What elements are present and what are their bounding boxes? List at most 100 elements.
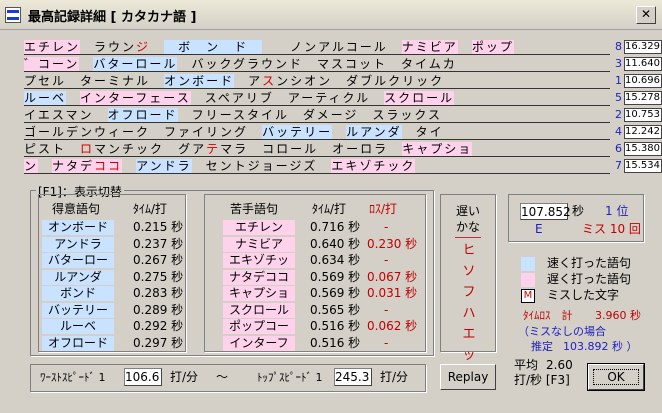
typed-words-area: エチレン ラウンジ ボ ン ド ノンアルコール ナミビア ポップ 8 16.329 ゛… xyxy=(24,40,662,174)
word-row: ルーベ インターフェース スペアリブ アーティクル スクロール 5 15.278 xyxy=(24,91,662,106)
bad-loss: 0.067 秒 xyxy=(367,269,418,284)
word-line: ルーベ インターフェース スペアリブ アーティクル スクロール xyxy=(24,91,610,106)
row-number: 3 xyxy=(615,57,622,70)
word-segment: プセル xyxy=(24,74,67,88)
word-row: ピスト ロマンチック グアテマラ コロール オーロラ キャプショ 6 15.380 xyxy=(24,142,662,157)
word-segment: アンドラ xyxy=(136,159,192,173)
word-segment xyxy=(262,40,290,54)
window-title: 最高記録詳細 [ カタカナ語 ] xyxy=(28,10,197,25)
good-word: アンドラ xyxy=(42,236,114,252)
word-segment: オーロラ xyxy=(332,142,389,156)
word-line: ピスト ロマンチック グアテマラ コロール オーロラ キャプショ xyxy=(24,142,610,157)
word-segment: ノンアルコール xyxy=(290,40,388,54)
worst-speed-box: 106.6 xyxy=(124,368,162,386)
slow-key: ッ xyxy=(462,348,476,363)
slow-key: ソ xyxy=(462,264,476,279)
result-rank: 1 位 xyxy=(605,204,629,218)
replay-button[interactable]: Replay xyxy=(440,364,496,390)
word-line: ン ナタデココ アンドラ セントジョージズ エキゾチック xyxy=(24,159,610,174)
word-segment xyxy=(458,40,472,54)
slow-keys-title: 遅い かな xyxy=(451,203,485,235)
word-segment xyxy=(178,108,192,122)
close-button[interactable]: ✕ xyxy=(636,6,656,24)
row-score: 15.380 xyxy=(624,142,662,156)
row-number: 7 xyxy=(615,159,622,172)
replay-button-label: Replay xyxy=(447,370,489,384)
slow-legend-label: 遅く打った語句 xyxy=(547,272,632,286)
fast-legend-swatch xyxy=(521,257,535,271)
word-segment xyxy=(387,57,401,71)
app-icon xyxy=(5,7,21,23)
bad-loss: - xyxy=(384,302,389,317)
good-time: 0.292 秒 xyxy=(133,319,184,333)
bad-time-header: ﾀｲﾑ/打 xyxy=(312,202,347,216)
bad-word: インターフ xyxy=(223,335,295,351)
word-segment: ゴールデンウィーク xyxy=(24,125,151,139)
title-bar: 最高記録詳細 [ カタカナ語 ] ✕ xyxy=(0,0,662,30)
word-segment: ゛コーン xyxy=(24,57,80,71)
word-segment: スペアリブ xyxy=(204,91,274,105)
word-segment: ルーベ xyxy=(24,91,67,105)
good-word: バターロー xyxy=(42,253,114,268)
word-segment: スクロール xyxy=(384,91,455,105)
top-speed-box: 245.3 xyxy=(334,368,372,386)
top-speed-value: 245.3 xyxy=(335,370,370,384)
word-segment: アーティクル xyxy=(287,91,371,105)
avg-value: 2.60 xyxy=(546,358,573,372)
word-segment xyxy=(248,125,262,139)
word-segment: マラ xyxy=(220,142,249,156)
word-segment xyxy=(402,125,416,139)
word-row: エチレン ラウンジ ボ ン ド ノンアルコール ナミビア ポップ 8 16.329 xyxy=(24,40,662,55)
ok-button-label: OK xyxy=(607,370,625,384)
word-segment: コロール xyxy=(262,142,319,156)
good-word: ルーベ xyxy=(42,319,114,334)
worst-speed-unit: 打/分 xyxy=(170,370,199,384)
bad-time: 0.640 秒 xyxy=(310,236,361,251)
row-number: 6 xyxy=(615,142,622,155)
word-segment xyxy=(234,74,248,88)
word-segment: ナミビア xyxy=(401,40,458,54)
ok-focus-ring: OK xyxy=(593,369,639,385)
time-loss-label: ﾀｲﾑﾛｽ 計 xyxy=(523,309,573,322)
slow-key: フ xyxy=(462,285,476,300)
word-segment: ボ ン ド xyxy=(164,40,263,54)
row-score: 16.329 xyxy=(624,40,662,54)
miss-legend-swatch: M xyxy=(521,289,535,303)
slow-keys-divider xyxy=(455,237,481,238)
bad-loss-header: ﾛｽ/打 xyxy=(369,202,398,216)
word-segment xyxy=(388,142,402,156)
good-word: バッテリー xyxy=(42,302,114,318)
word-row: プセル ターミナル オンボード アスンシオン ダブルクリック 1 10.696 xyxy=(24,74,662,89)
word-segment xyxy=(94,108,108,122)
word-segment: バッテリー xyxy=(262,125,333,139)
word-segment: ココ xyxy=(94,159,123,173)
bad-time: 0.516 秒 xyxy=(310,319,361,333)
top-speed-unit: 打/分 xyxy=(380,370,409,384)
slow-legend-swatch xyxy=(521,273,535,287)
word-segment xyxy=(358,108,372,122)
word-segment xyxy=(79,57,93,71)
row-number: 8 xyxy=(615,40,622,53)
result-grade: E xyxy=(535,222,543,236)
word-segment: マンチック xyxy=(94,142,165,156)
miss-legend-label: ミスした文字 xyxy=(547,288,620,302)
bad-time: 0.569 秒 xyxy=(310,286,361,300)
ok-button[interactable]: OK xyxy=(587,363,645,391)
avg-label: 平均 xyxy=(514,358,539,372)
word-segment: キャプショ xyxy=(402,142,473,156)
word-segment: マスコット xyxy=(317,57,388,71)
good-time-header: ﾀｲﾑ/打 xyxy=(133,202,168,216)
good-time: 0.267 秒 xyxy=(133,253,184,267)
word-segment: ポップ xyxy=(471,40,514,54)
bad-word: ナミビア xyxy=(223,236,295,252)
word-row: ン ナタデココ アンドラ セントジョージズ エキゾチック 7 15.534 xyxy=(24,159,662,174)
word-segment: ラウン xyxy=(94,40,137,54)
word-segment xyxy=(164,142,178,156)
word-segment: ス xyxy=(262,74,277,88)
word-row: ゛コーン バターロール バックグラウンド マスコット タイムカ 3 11.640 xyxy=(24,57,662,72)
word-segment xyxy=(122,159,136,173)
word-segment xyxy=(191,91,205,105)
row-number: 2 xyxy=(615,108,622,121)
word-segment: ア xyxy=(248,74,263,88)
top-speed-label: ﾄｯﾌﾟｽﾋﾟｰﾄﾞ 1 xyxy=(257,371,323,384)
